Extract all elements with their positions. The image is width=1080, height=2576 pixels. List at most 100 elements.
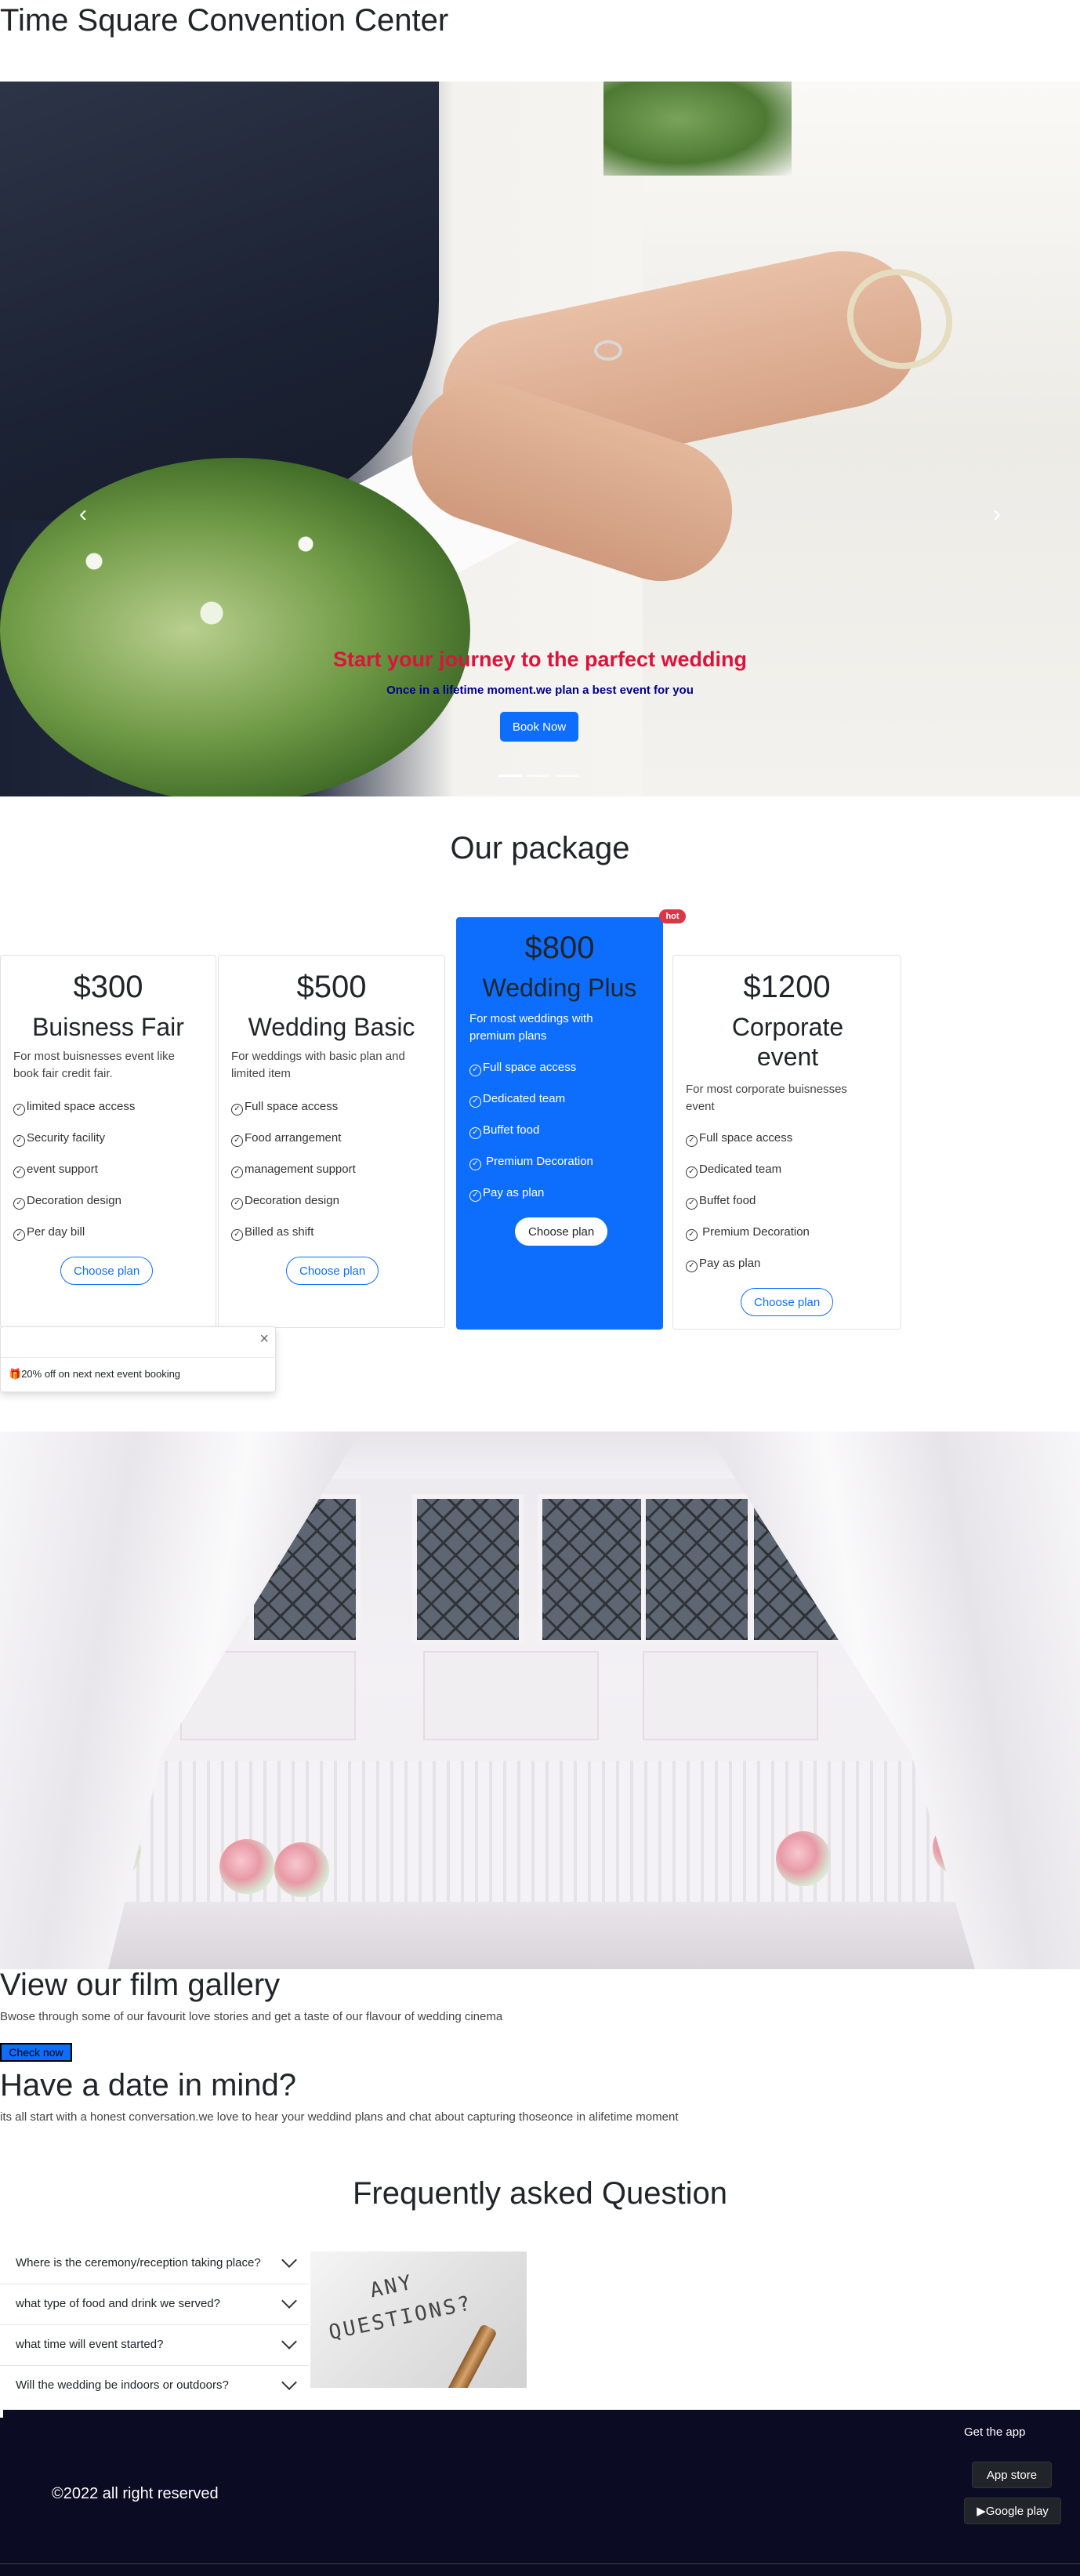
pen-icon bbox=[438, 2323, 498, 2388]
hero-image-bouquet bbox=[0, 458, 470, 796]
package-description: For most corporate buisnesses event bbox=[686, 1083, 847, 1113]
faq-question: what type of food and drink we served? bbox=[16, 2297, 220, 2310]
package-description: For weddings with basic plan and limited… bbox=[231, 1050, 405, 1080]
package-feature: ✓ Pay as plan bbox=[469, 1186, 544, 1202]
choose-plan-button[interactable]: Choose plan bbox=[741, 1288, 834, 1316]
package-price: $300 bbox=[73, 970, 143, 1004]
venue-window bbox=[412, 1494, 524, 1645]
venue-window bbox=[641, 1494, 752, 1645]
faq-item[interactable]: Where is the ceremony/reception taking p… bbox=[0, 2244, 309, 2284]
check-circle-icon: ✓ bbox=[231, 1198, 243, 1210]
package-feature: ✓ Pay as plan bbox=[686, 1257, 760, 1272]
faq-item[interactable]: what time will event started? bbox=[0, 2325, 309, 2366]
check-circle-icon: ✓ bbox=[13, 1229, 25, 1241]
chevron-down-icon bbox=[281, 2252, 297, 2268]
venue-flowers bbox=[274, 1842, 329, 1897]
venue-window bbox=[538, 1494, 649, 1645]
venue-flowers bbox=[219, 1839, 274, 1894]
get-app-label: Get the app bbox=[964, 2425, 1026, 2439]
hero-image-foliage bbox=[603, 82, 792, 176]
check-now-button[interactable]: Check now bbox=[0, 2043, 72, 2062]
carousel-indicator[interactable] bbox=[527, 775, 550, 777]
chevron-down-icon bbox=[281, 2293, 297, 2309]
package-feature: ✓ Full space access bbox=[469, 1061, 576, 1076]
gift-icon: 🎁 bbox=[9, 1368, 22, 1380]
footer: ©2022 all right reserved Get the app App… bbox=[0, 2410, 1080, 2576]
chevron-down-icon bbox=[281, 2334, 297, 2349]
venue-image bbox=[0, 1431, 1080, 1969]
promo-toast: × 🎁20% off on next next event booking bbox=[0, 1326, 276, 1392]
faq-question: what time will event started? bbox=[16, 2338, 164, 2351]
package-feature: ✓ Buffet food bbox=[469, 1123, 539, 1139]
chevron-down-icon bbox=[281, 2375, 297, 2390]
book-now-button[interactable]: Book Now bbox=[500, 712, 578, 742]
check-circle-icon: ✓ bbox=[231, 1229, 243, 1241]
footer-edge bbox=[0, 2410, 3, 2418]
toast-divider bbox=[1, 1357, 275, 1358]
package-description: For most buisnesses event like book fair… bbox=[13, 1050, 175, 1080]
hero-image-ring bbox=[594, 340, 622, 361]
check-circle-icon: ✓ bbox=[686, 1261, 698, 1272]
package-feature: ✓ event support bbox=[13, 1163, 98, 1178]
date-text: its all start with a honest conversation… bbox=[0, 2110, 679, 2124]
faq-item[interactable]: what type of food and drink we served? bbox=[0, 2284, 309, 2325]
carousel-indicator[interactable] bbox=[498, 775, 522, 777]
hot-badge: hot bbox=[659, 909, 686, 923]
check-circle-icon: ✓ bbox=[686, 1135, 698, 1147]
chevron-left-icon[interactable]: ‹ bbox=[74, 503, 92, 526]
package-card-buisness-fair: $300 Buisness Fair For most buisnesses e… bbox=[0, 955, 216, 1328]
check-circle-icon: ✓ bbox=[469, 1065, 481, 1076]
check-circle-icon: ✓ bbox=[686, 1229, 698, 1241]
check-circle-icon: ✓ bbox=[469, 1127, 481, 1139]
hero-carousel: ‹ › Start your journey to the parfect we… bbox=[0, 82, 1080, 796]
choose-plan-button[interactable]: Choose plan bbox=[515, 1217, 608, 1246]
package-feature: ✓ Full space access bbox=[231, 1100, 338, 1116]
choose-plan-button[interactable]: Choose plan bbox=[60, 1257, 154, 1285]
package-price: $800 bbox=[524, 931, 595, 965]
chevron-right-icon[interactable]: › bbox=[988, 503, 1006, 526]
check-circle-icon: ✓ bbox=[686, 1166, 698, 1178]
venue-panel bbox=[423, 1651, 599, 1740]
venue-tables bbox=[63, 1902, 1035, 1969]
close-icon[interactable]: × bbox=[259, 1330, 269, 1348]
package-description: For most weddings with premium plans bbox=[469, 1012, 593, 1043]
package-feature: ✓ Food arrangement bbox=[231, 1131, 341, 1147]
package-feature: ✓ Decoration design bbox=[13, 1194, 121, 1210]
faq-item[interactable]: Will the wedding be indoors or outdoors? bbox=[0, 2366, 309, 2407]
check-circle-icon: ✓ bbox=[469, 1159, 481, 1170]
app-store-button[interactable]: App store bbox=[972, 2462, 1052, 2488]
faq-image: ANY QUESTIONS? bbox=[310, 2251, 527, 2388]
package-feature: ✓ Dedicated team bbox=[686, 1163, 781, 1178]
carousel-indicator[interactable] bbox=[555, 775, 578, 777]
date-title: Have a date in mind? bbox=[0, 2068, 297, 2103]
copyright-text: ©2022 all right reserved bbox=[52, 2485, 219, 2502]
hero-image-suit bbox=[0, 82, 439, 521]
faq-question: Where is the ceremony/reception taking p… bbox=[16, 2256, 261, 2269]
package-feature: ✓ Premium Decoration bbox=[469, 1155, 593, 1170]
package-feature: ✓ Full space access bbox=[686, 1131, 792, 1147]
check-circle-icon: ✓ bbox=[13, 1104, 25, 1116]
package-feature: ✓ Billed as shift bbox=[231, 1225, 313, 1241]
check-circle-icon: ✓ bbox=[13, 1198, 25, 1210]
check-circle-icon: ✓ bbox=[13, 1135, 25, 1147]
package-price: $1200 bbox=[743, 970, 831, 1004]
google-play-button[interactable]: ▶Google play bbox=[964, 2498, 1061, 2524]
package-name: Buisness Fair bbox=[32, 1013, 184, 1041]
package-feature: ✓ Per day bill bbox=[13, 1225, 85, 1241]
venue-flowers bbox=[776, 1831, 831, 1886]
package-feature: ✓ limited space access bbox=[13, 1100, 135, 1116]
play-icon: ▶ bbox=[977, 2505, 986, 2518]
package-name: Wedding Basic bbox=[248, 1013, 415, 1041]
package-price: $500 bbox=[296, 970, 367, 1004]
package-feature: ✓ Buffet food bbox=[686, 1194, 756, 1210]
check-circle-icon: ✓ bbox=[469, 1190, 481, 1202]
site-title: Time Square Convention Center bbox=[0, 3, 449, 38]
package-name: Corporate event bbox=[731, 1013, 844, 1071]
gallery-title: View our film gallery bbox=[0, 1968, 281, 2002]
package-feature: ✓ Dedicated team bbox=[469, 1092, 565, 1108]
package-card-wedding-basic: $500 Wedding Basic For weddings with bas… bbox=[218, 955, 445, 1328]
choose-plan-button[interactable]: Choose plan bbox=[286, 1257, 379, 1285]
package-feature: ✓ management support bbox=[231, 1163, 356, 1178]
hero-title: Start your journey to the parfect weddin… bbox=[332, 648, 748, 671]
package-feature: ✓ Security facility bbox=[13, 1131, 105, 1147]
